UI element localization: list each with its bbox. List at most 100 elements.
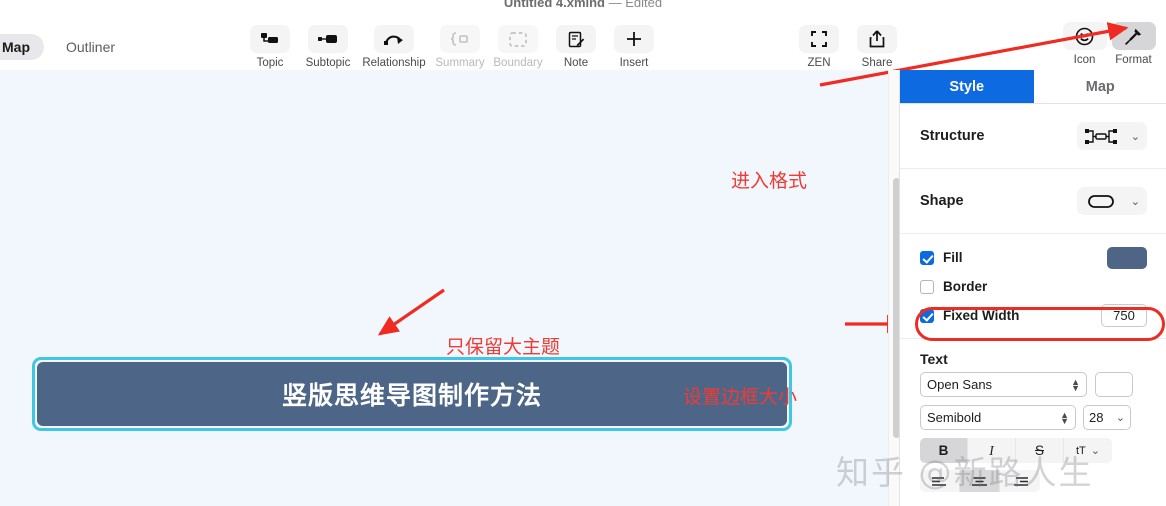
toolbar-label-share: Share: [861, 57, 893, 69]
share-icon: [857, 25, 897, 53]
view-tab-outliner[interactable]: Outliner: [60, 34, 121, 60]
format-panel-tabs: Style Map: [900, 70, 1166, 104]
font-size-select[interactable]: 28 ⌄: [1083, 405, 1131, 430]
text-style-strikethrough-label: S: [1034, 443, 1044, 458]
main-toolbar: Map Outliner Topic Subtopic Relationship…: [0, 12, 1166, 71]
topic-icon: [250, 25, 290, 53]
pin-icon: [1111, 22, 1156, 50]
toolbar-button-summary[interactable]: Summary: [431, 25, 489, 69]
xmind-app-window: Untitled 4.xmind — Edited Map Outliner T…: [0, 0, 1166, 506]
tab-style-label: Style: [949, 78, 985, 95]
relationship-icon: [374, 25, 414, 53]
font-weight-row: Semibold ▲ ▼ 28 ⌄: [900, 405, 1166, 430]
stepper-icon: ▲ ▼: [1060, 409, 1069, 426]
toolbar-button-insert[interactable]: Insert: [605, 25, 663, 69]
font-color-swatch[interactable]: [1095, 372, 1133, 397]
note-icon: [556, 25, 596, 53]
text-style-bold[interactable]: B: [920, 438, 968, 463]
annotation-keep-main-topic: 只保留大主题: [446, 336, 561, 358]
fill-checkbox[interactable]: [920, 250, 934, 265]
toolbar-label-boundary: Boundary: [493, 57, 543, 69]
text-style-case[interactable]: tT ⌄: [1064, 438, 1112, 463]
text-section-label: Text: [920, 351, 948, 367]
fullscreen-icon: [799, 25, 839, 53]
toolbar-button-share[interactable]: Share: [848, 25, 906, 69]
rounded-rect-icon: [1088, 194, 1114, 208]
toolbar-button-relationship[interactable]: Relationship: [357, 25, 431, 69]
toolbar-button-topic[interactable]: Topic: [241, 25, 299, 69]
view-tab-outliner-label: Outliner: [66, 39, 116, 55]
font-family-value: Open Sans: [927, 377, 993, 392]
text-style-bold-label: B: [938, 443, 949, 458]
window-title-filename: Untitled 4.xmind: [503, 0, 605, 10]
border-checkbox[interactable]: [920, 279, 934, 294]
toolbar-button-format[interactable]: Format: [1109, 22, 1158, 66]
toolbar-label-format: Format: [1115, 54, 1152, 66]
chevron-down-icon: ⌄: [1115, 412, 1125, 424]
font-family-select[interactable]: Open Sans ▲ ▼: [920, 372, 1087, 397]
font-size-value: 28: [1089, 410, 1104, 425]
smiley-icon: [1062, 22, 1107, 50]
fixed-width-label: Fixed Width: [943, 308, 1020, 323]
font-weight-select[interactable]: Semibold ▲ ▼: [920, 405, 1076, 430]
chevron-down-icon: ⌄: [1130, 195, 1140, 208]
font-weight-value: Semibold: [927, 410, 982, 425]
fixed-width-input[interactable]: 750: [1101, 304, 1147, 327]
fixed-width-checkbox[interactable]: [920, 308, 934, 323]
tab-map-label: Map: [1085, 78, 1115, 95]
text-style-italic[interactable]: I: [968, 438, 1016, 463]
align-center-icon: [972, 476, 987, 486]
annotation-set-border-size: 设置边框大小: [683, 386, 798, 408]
central-topic-node[interactable]: 竖版思维导图制作方法: [32, 357, 792, 431]
align-center-button[interactable]: [960, 470, 1000, 492]
align-right-button[interactable]: [1000, 470, 1040, 492]
fixed-width-row: Fixed Width 750: [900, 301, 1166, 330]
tab-style[interactable]: Style: [900, 70, 1034, 103]
toolbar-label-relationship: Relationship: [362, 57, 426, 69]
align-left-button[interactable]: [920, 470, 960, 492]
toolbar-button-subtopic[interactable]: Subtopic: [299, 25, 357, 69]
shape-row: Shape ⌄: [900, 169, 1166, 234]
fill-color-swatch[interactable]: [1107, 246, 1147, 269]
toolbar-label-subtopic: Subtopic: [305, 57, 351, 69]
toolbar-label-zen: ZEN: [807, 57, 831, 69]
stepper-icon: ▲ ▼: [1071, 376, 1080, 393]
text-align-group: [900, 470, 1166, 492]
structure-org-chart-icon: [1085, 128, 1117, 144]
central-topic-text: 竖版思维导图制作方法: [281, 381, 542, 410]
view-tab-map-label: Map: [2, 39, 30, 55]
text-style-italic-label: I: [989, 442, 994, 458]
structure-label: Structure: [920, 128, 985, 144]
panel-toggle-group: Icon Format: [1060, 22, 1158, 66]
shape-select[interactable]: ⌄: [1077, 187, 1147, 215]
summary-icon: [440, 25, 480, 53]
toolbar-button-boundary[interactable]: Boundary: [489, 25, 547, 69]
title-bar: Untitled 4.xmind — Edited: [0, 0, 1166, 12]
text-style-strikethrough[interactable]: S: [1016, 438, 1064, 463]
plus-icon: [614, 25, 654, 53]
view-action-group: ZEN Share: [790, 25, 906, 69]
toolbar-button-note[interactable]: Note: [547, 25, 605, 69]
fill-row: Fill: [900, 243, 1166, 272]
central-topic-fill: 竖版思维导图制作方法: [37, 362, 787, 426]
tab-map[interactable]: Map: [1033, 70, 1166, 103]
toolbar-button-icon[interactable]: Icon: [1060, 22, 1109, 66]
border-row: Border: [900, 272, 1166, 301]
chevron-down-icon: ⌄: [1130, 130, 1140, 143]
mindmap-canvas[interactable]: 竖版思维导图制作方法 只保留大主题 设置边框大小 进入格式: [0, 70, 899, 506]
text-style-case-label: tT: [1076, 444, 1086, 457]
boundary-icon: [498, 25, 538, 53]
structure-row: Structure ⌄: [900, 104, 1166, 169]
annotation-enter-format: 进入格式: [731, 170, 808, 192]
toolbar-label-icon: Icon: [1073, 54, 1096, 66]
view-tab-map[interactable]: Map: [0, 34, 44, 60]
format-panel: Style Map Structure ⌄ Shape ⌄ Fill Borde…: [899, 70, 1166, 506]
text-style-group: B I S tT ⌄: [900, 438, 1166, 463]
align-left-icon: [932, 476, 946, 486]
font-family-row: Open Sans ▲ ▼: [900, 372, 1166, 397]
structure-select[interactable]: ⌄: [1077, 122, 1147, 150]
chevron-down-icon: ⌄: [1090, 445, 1100, 457]
toolbar-button-zen[interactable]: ZEN: [790, 25, 848, 69]
subtopic-icon: [308, 25, 348, 53]
border-label: Border: [943, 279, 988, 294]
